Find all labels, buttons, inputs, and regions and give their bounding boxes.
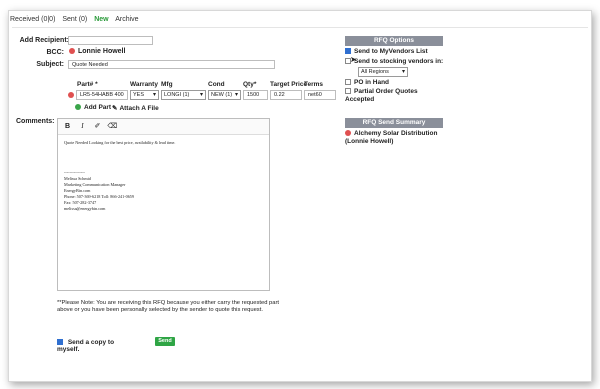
subject-input[interactable]: Quote Needed: [68, 60, 275, 69]
add-part-label: Add Part: [84, 104, 112, 111]
editor-toolbar: B I ✐ ⌫: [58, 119, 269, 135]
po-in-hand-label: PO in Hand: [354, 79, 390, 86]
mfg-select[interactable]: LONGI (1) ▾: [161, 90, 206, 100]
add-recipient-label: Add Recipient:: [19, 37, 69, 44]
rfq-note: **Please Note: You are receiving this RF…: [57, 300, 280, 313]
eraser-icon[interactable]: ⌫: [107, 122, 118, 130]
chevron-down-icon: ▾: [152, 92, 156, 98]
comments-label: Comments:: [16, 118, 55, 125]
comments-editor[interactable]: B I ✐ ⌫ Quote Needed Looking for the bes…: [57, 118, 270, 291]
warranty-select[interactable]: YES ▾: [130, 90, 159, 100]
send-copy-label: Send a copy to myself.: [57, 339, 115, 353]
send-button[interactable]: Send: [155, 337, 175, 346]
paperclip-icon: ✎: [112, 105, 118, 112]
attach-file-link[interactable]: ✎ Attach A File: [112, 104, 159, 112]
add-part-link[interactable]: Add Part: [75, 104, 111, 111]
partial-order-checkbox[interactable]: [345, 88, 351, 95]
add-recipient-input[interactable]: [68, 36, 153, 45]
send-myvendors-label: Send to MyVendors List: [354, 48, 428, 55]
rfq-summary-entry-label: Alchemy Solar Distribution (Lonnie Howel…: [345, 130, 438, 145]
cond-select[interactable]: NEW (1) ▾: [208, 90, 241, 100]
part-number-input[interactable]: LR5-54HABB 400: [76, 90, 128, 100]
terms-input[interactable]: net60: [304, 90, 336, 100]
col-header-terms: Terms: [304, 81, 324, 88]
col-header-cond: Cond: [208, 81, 225, 88]
chevron-down-icon: ▾: [199, 92, 203, 98]
chevron-down-icon: ▾: [401, 69, 405, 75]
rfq-options-header: RFQ Options: [345, 36, 443, 46]
region-value: All Regions: [361, 69, 389, 75]
tab-divider: [12, 27, 588, 28]
subject-label: Subject:: [36, 61, 64, 68]
rfq-summary-entry: Alchemy Solar Distribution (Lonnie Howel…: [345, 130, 445, 146]
tab-received[interactable]: Received (0|0): [10, 16, 55, 23]
send-stocking-option[interactable]: Send to stocking vendors in:: [345, 58, 443, 65]
bcc-recipient-name: Lonnie Howell: [78, 48, 126, 55]
send-stocking-label: Send to stocking vendors in:: [354, 58, 444, 65]
tab-sent[interactable]: Sent (0): [62, 16, 87, 23]
send-copy-option[interactable]: Send a copy to myself.: [57, 339, 132, 353]
po-in-hand-checkbox[interactable]: [345, 79, 351, 86]
qty-input[interactable]: 1500: [243, 90, 268, 100]
col-header-mfg: Mfg: [161, 81, 173, 88]
remove-bcc-icon[interactable]: [69, 48, 75, 55]
col-header-warranty: Warranty: [130, 81, 158, 88]
tab-bar: Received (0|0) Sent (0) New Archive: [10, 16, 144, 23]
col-header-target-price: Target Price: [270, 81, 308, 88]
send-myvendors-option[interactable]: Send to MyVendors List: [345, 48, 428, 55]
target-price-input[interactable]: 0.22: [270, 90, 302, 100]
send-copy-checkbox[interactable]: [57, 339, 63, 346]
warranty-value: YES: [133, 92, 145, 98]
region-select[interactable]: All Regions ▾: [358, 67, 408, 77]
bcc-recipient: Lonnie Howell: [69, 48, 125, 55]
tab-new[interactable]: New: [94, 16, 108, 23]
tab-archive[interactable]: Archive: [115, 16, 138, 23]
editor-content[interactable]: Quote Needed Looking for the best price,…: [58, 135, 269, 217]
cond-value: NEW (1): [211, 92, 233, 98]
attach-file-label: Attach A File: [119, 105, 159, 112]
partial-order-label: Partial Order Quotes Accepted: [345, 88, 418, 103]
bcc-label: BCC:: [46, 49, 65, 56]
mfg-value: LONGI (1): [164, 92, 190, 98]
remove-recipient-icon[interactable]: [345, 130, 351, 137]
chevron-down-icon: ▾: [234, 92, 238, 98]
remove-part-icon[interactable]: [68, 92, 74, 98]
rfq-summary-header: RFQ Send Summary: [345, 118, 443, 128]
mouse-cursor-icon: ➤: [350, 55, 357, 64]
po-in-hand-option[interactable]: PO in Hand: [345, 79, 389, 86]
bold-button[interactable]: B: [62, 123, 73, 130]
partial-order-option[interactable]: Partial Order Quotes Accepted: [345, 88, 435, 104]
editor-line: melissa@energybin.com: [64, 206, 106, 211]
italic-button[interactable]: I: [77, 122, 88, 130]
link-icon[interactable]: ✐: [92, 122, 103, 130]
plus-icon: [75, 104, 81, 111]
send-myvendors-checkbox[interactable]: [345, 48, 351, 55]
col-header-part: Part# *: [77, 81, 98, 88]
col-header-qty: Qty*: [243, 81, 257, 88]
